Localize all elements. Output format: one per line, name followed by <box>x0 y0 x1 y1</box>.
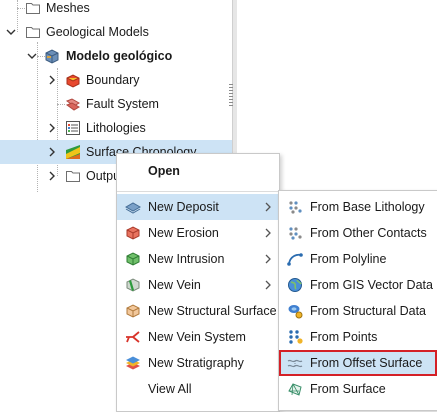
tree-item-label: Meshes <box>46 1 90 15</box>
tree-item-label: Lithologies <box>86 121 146 135</box>
chevron-right-icon[interactable] <box>46 122 58 134</box>
folder-icon <box>66 171 80 182</box>
menu-item-label: New Deposit <box>148 200 219 214</box>
tree-item-fault-system[interactable]: Fault System <box>0 92 232 116</box>
tree-item-label: Fault System <box>86 97 159 111</box>
tree-item-lithologies[interactable]: Lithologies <box>0 116 232 140</box>
submenu-item-base-lithology[interactable]: From Base Lithology <box>279 194 437 220</box>
lithologies-icon <box>66 121 80 135</box>
tree-item-label: Geological Models <box>46 25 149 39</box>
vein-icon <box>126 278 140 292</box>
chevron-down-icon[interactable] <box>5 26 17 38</box>
erosion-icon <box>126 226 140 240</box>
submenu-item-gis-vector-data[interactable]: From GIS Vector Data <box>279 272 437 298</box>
submenu-arrow-icon <box>265 202 271 212</box>
structural-surface-icon <box>126 304 140 318</box>
other-contacts-icon <box>289 227 302 240</box>
stratigraphy-icon <box>126 356 140 370</box>
chevron-right-icon[interactable] <box>46 74 58 86</box>
deposit-icon <box>125 202 141 214</box>
points-icon <box>289 330 303 344</box>
menu-item-new-stratigraphy[interactable]: New Stratigraphy <box>117 350 279 376</box>
menu-item-label: View All <box>148 382 192 396</box>
new-deposit-submenu: From Base Lithology From Other Contacts … <box>278 190 437 411</box>
submenu-item-label: From Polyline <box>310 252 387 266</box>
menu-item-new-intrusion[interactable]: New Intrusion <box>117 246 279 272</box>
menu-item-view-all[interactable]: View All <box>117 376 279 402</box>
tree-item-label: Boundary <box>86 73 140 87</box>
submenu-item-structural-data[interactable]: From Structural Data <box>279 298 437 324</box>
submenu-item-label: From Surface <box>310 382 386 396</box>
structural-data-icon <box>288 305 303 319</box>
submenu-arrow-icon <box>265 280 271 290</box>
menu-item-label: New Intrusion <box>148 252 225 266</box>
intrusion-icon <box>126 252 140 266</box>
menu-item-label: New Vein <box>148 278 201 292</box>
context-menu: Open New Deposit New Erosion New Intrusi… <box>116 153 280 412</box>
chevron-right-icon[interactable] <box>46 146 58 158</box>
menu-separator <box>117 191 279 192</box>
tree-item-meshes[interactable]: Meshes <box>0 0 232 20</box>
folder-icon <box>26 27 40 38</box>
submenu-item-label: From Offset Surface <box>310 356 423 370</box>
base-lithology-icon <box>289 201 302 214</box>
menu-item-open[interactable]: Open <box>117 158 279 184</box>
menu-item-new-deposit[interactable]: New Deposit <box>117 194 279 220</box>
chevron-right-icon[interactable] <box>46 170 58 182</box>
surface-chronology-icon <box>66 145 80 159</box>
boundary-icon <box>66 74 80 88</box>
chevron-down-icon[interactable] <box>26 50 38 62</box>
menu-item-new-structural-surface[interactable]: New Structural Surface <box>117 298 279 324</box>
polyline-icon <box>287 253 303 266</box>
submenu-item-offset-surface[interactable]: From Offset Surface <box>279 350 437 376</box>
menu-item-new-vein[interactable]: New Vein <box>117 272 279 298</box>
gis-vector-icon <box>288 278 302 292</box>
submenu-item-label: From Base Lithology <box>310 200 425 214</box>
submenu-arrow-icon <box>265 254 271 264</box>
tree-item-boundary[interactable]: Boundary <box>0 68 232 92</box>
menu-item-label: New Erosion <box>148 226 219 240</box>
geological-model-icon <box>45 49 59 64</box>
menu-item-new-vein-system[interactable]: New Vein System <box>117 324 279 350</box>
tree-item-modelo-geologico[interactable]: Modelo geológico <box>0 44 232 68</box>
menu-item-label: Open <box>148 164 180 178</box>
offset-surface-icon <box>287 359 303 368</box>
submenu-item-label: From Structural Data <box>310 304 427 318</box>
tree-item-geological-models[interactable]: Geological Models <box>0 20 232 44</box>
submenu-item-other-contacts[interactable]: From Other Contacts <box>279 220 437 246</box>
fault-system-icon <box>65 98 80 111</box>
tree-item-label: Modelo geológico <box>66 49 173 63</box>
submenu-item-points[interactable]: From Points <box>279 324 437 350</box>
submenu-item-label: From Other Contacts <box>310 226 427 240</box>
splitter-grip[interactable] <box>229 84 233 106</box>
submenu-item-label: From Points <box>310 330 378 344</box>
surface-icon <box>288 383 302 396</box>
vein-system-icon <box>126 331 140 343</box>
menu-item-new-erosion[interactable]: New Erosion <box>117 220 279 246</box>
submenu-item-polyline[interactable]: From Polyline <box>279 246 437 272</box>
menu-item-label: New Stratigraphy <box>148 356 244 370</box>
menu-item-label: New Structural Surface <box>148 304 277 318</box>
menu-item-label: New Vein System <box>148 330 246 344</box>
submenu-item-surface[interactable]: From Surface <box>279 376 437 402</box>
submenu-arrow-icon <box>265 228 271 238</box>
submenu-item-label: From GIS Vector Data <box>310 278 433 292</box>
folder-icon <box>26 3 40 14</box>
